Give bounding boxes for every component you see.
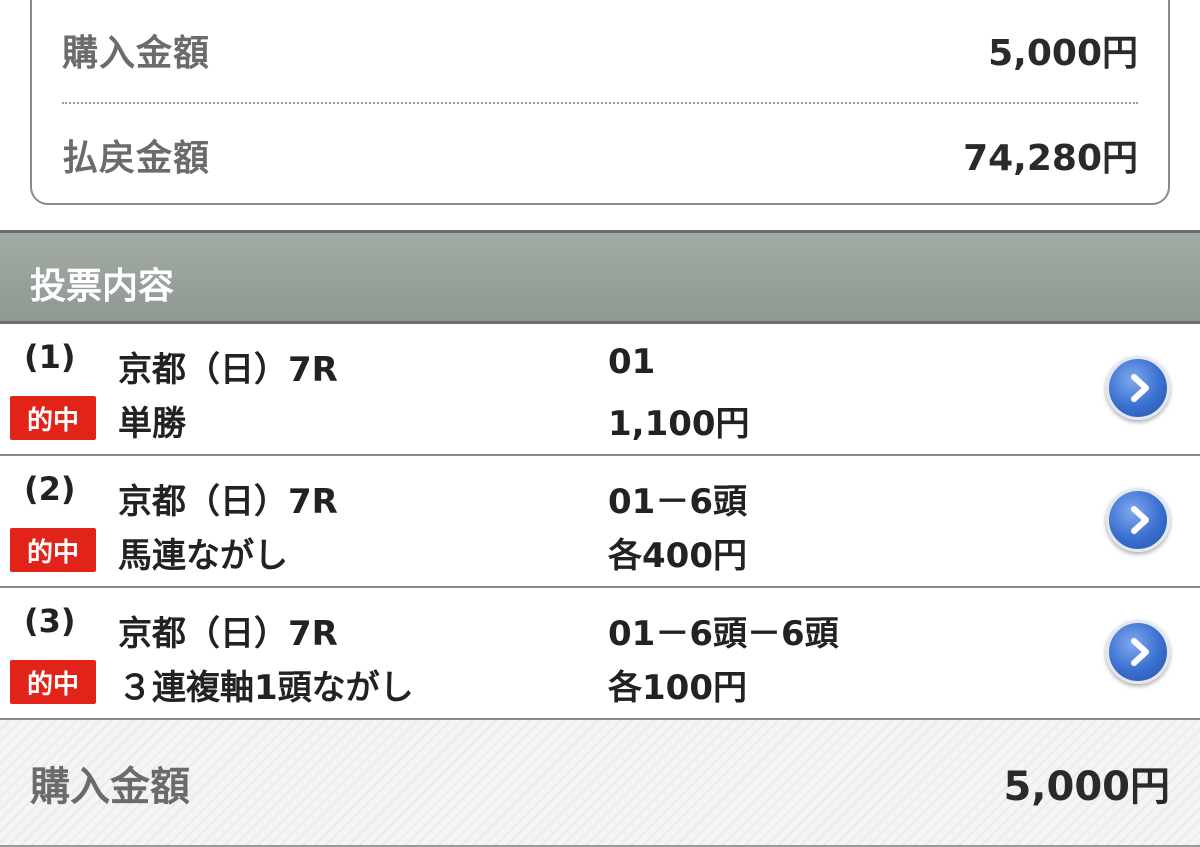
bet-row[interactable]: (1) 京都（日）7R 的中 単勝 01 1,100円 bbox=[0, 324, 1200, 456]
bet-race: 京都（日）7R bbox=[118, 350, 338, 390]
bet-combination: 01－6頭 bbox=[608, 482, 747, 522]
bet-combination: 01－6頭－6頭 bbox=[608, 614, 839, 654]
bet-row[interactable]: (3) 京都（日）7R 的中 ３連複軸1頭ながし 01－6頭－6頭 各100円 bbox=[0, 588, 1200, 720]
bet-amount: 1,100円 bbox=[608, 404, 750, 444]
bet-type: 馬連ながし bbox=[118, 536, 288, 576]
payout-amount-row: 払戻金額 74,280円 bbox=[62, 125, 1138, 185]
payout-amount-label: 払戻金額 bbox=[62, 138, 211, 179]
bet-amount: 各400円 bbox=[608, 536, 747, 576]
bet-combination: 01 bbox=[608, 342, 656, 382]
purchase-amount-row: 購入金額 5,000円 bbox=[62, 20, 1138, 80]
bet-type: ３連複軸1頭ながし bbox=[118, 668, 414, 708]
chevron-right-icon[interactable] bbox=[1106, 620, 1170, 684]
footer-purchase-value: 5,000円 bbox=[1003, 764, 1170, 810]
hit-badge: 的中 bbox=[10, 660, 96, 704]
purchase-amount-value: 5,000円 bbox=[988, 33, 1138, 74]
bet-number: (2) bbox=[24, 470, 76, 508]
hit-badge: 的中 bbox=[10, 528, 96, 572]
hit-badge: 的中 bbox=[10, 396, 96, 440]
section-title: 投票内容 bbox=[30, 266, 175, 307]
chevron-right-icon[interactable] bbox=[1106, 356, 1170, 420]
summary-box: 購入金額 5,000円 払戻金額 74,280円 bbox=[30, 0, 1170, 205]
chevron-right-icon[interactable] bbox=[1106, 488, 1170, 552]
summary-divider bbox=[62, 102, 1138, 104]
bet-race: 京都（日）7R bbox=[118, 482, 338, 522]
footer-purchase-label: 購入金額 bbox=[30, 764, 190, 810]
bet-number: (1) bbox=[24, 338, 76, 376]
bet-number: (3) bbox=[24, 602, 76, 640]
bet-race: 京都（日）7R bbox=[118, 614, 338, 654]
section-header: 投票内容 bbox=[0, 230, 1200, 324]
bet-type: 単勝 bbox=[118, 404, 186, 444]
bet-row[interactable]: (2) 京都（日）7R 的中 馬連ながし 01－6頭 各400円 bbox=[0, 456, 1200, 588]
purchase-amount-label: 購入金額 bbox=[62, 33, 211, 74]
footer-total: 購入金額 5,000円 bbox=[0, 720, 1200, 847]
payout-amount-value: 74,280円 bbox=[963, 138, 1138, 179]
bet-amount: 各100円 bbox=[608, 668, 747, 708]
